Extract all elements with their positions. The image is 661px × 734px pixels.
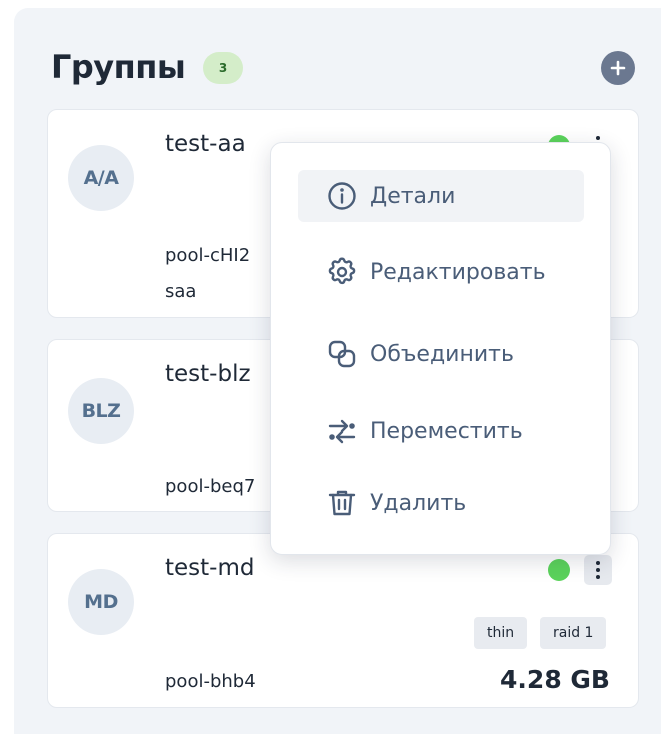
- menu-item-label: Объединить: [370, 341, 514, 367]
- avatar: BLZ: [68, 378, 134, 444]
- context-menu: Детали Редактировать Объединить Перемест…: [270, 142, 611, 555]
- more-options-button[interactable]: [584, 555, 612, 585]
- menu-item-merge[interactable]: Объединить: [298, 328, 584, 380]
- add-group-button[interactable]: [601, 51, 635, 85]
- merge-icon: [328, 340, 356, 368]
- group-name: test-blz: [165, 361, 251, 387]
- group-count-badge: 3: [203, 52, 243, 84]
- menu-item-details[interactable]: Детали: [298, 170, 584, 222]
- move-arrows-icon: [328, 419, 356, 444]
- kebab-dot: [596, 136, 600, 140]
- group-card[interactable]: MD test-md pool-bhb4 thin raid 1 4.28 GB: [47, 533, 639, 708]
- menu-item-edit[interactable]: Редактировать: [298, 246, 584, 298]
- status-indicator: [548, 559, 570, 581]
- avatar: MD: [68, 569, 134, 635]
- menu-item-label: Удалить: [370, 490, 467, 516]
- group-name: test-aa: [165, 131, 246, 157]
- kebab-dot: [596, 575, 600, 579]
- pool-name: pool-beq7: [165, 476, 256, 497]
- kebab-dot: [596, 561, 600, 565]
- menu-item-label: Переместить: [370, 418, 523, 444]
- menu-item-label: Детали: [370, 183, 456, 209]
- group-name: test-md: [165, 555, 255, 581]
- group-size: 4.28 GB: [500, 665, 610, 694]
- tag-badge: raid 1: [540, 617, 607, 649]
- info-circle-icon: [328, 182, 356, 210]
- pool-name: pool-cHI2: [165, 245, 251, 266]
- menu-item-delete[interactable]: Удалить: [298, 477, 584, 529]
- menu-item-move[interactable]: Переместить: [298, 405, 584, 457]
- pool-name-continued: saa: [165, 281, 197, 302]
- avatar: A/A: [68, 145, 134, 211]
- page-title: Группы: [51, 48, 186, 86]
- tag-badge: thin: [474, 617, 528, 649]
- plus-circle-icon: [610, 60, 626, 76]
- pool-name: pool-bhb4: [165, 671, 256, 692]
- menu-item-label: Редактировать: [370, 259, 546, 285]
- trash-icon: [328, 490, 356, 516]
- kebab-dot: [596, 568, 600, 572]
- gear-icon: [328, 257, 356, 285]
